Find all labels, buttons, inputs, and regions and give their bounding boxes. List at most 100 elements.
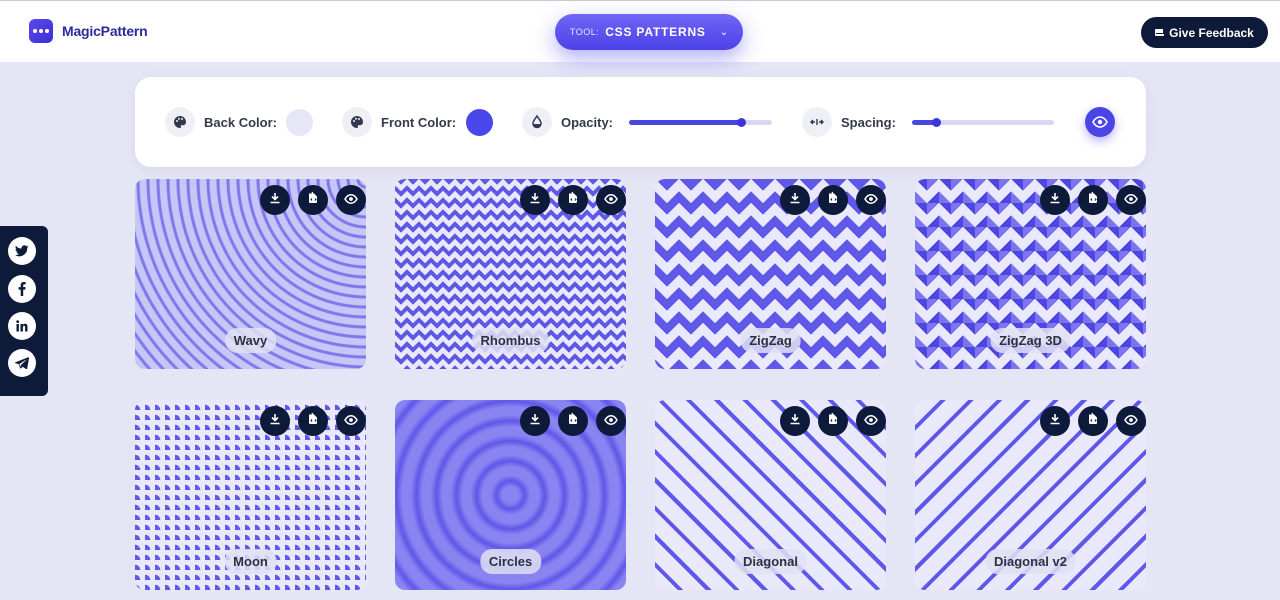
preview-button[interactable] [1116, 406, 1146, 436]
download-button[interactable] [780, 185, 810, 215]
tool-value: CSS PATTERNS [605, 25, 706, 39]
copy-css-icon [1087, 412, 1099, 430]
spacing-slider[interactable] [912, 118, 1054, 127]
front-color-label: Front Color: [381, 115, 457, 130]
pattern-card-zigzag[interactable]: ZigZag [655, 179, 886, 369]
opacity-drop-icon [522, 107, 552, 137]
give-feedback-button[interactable]: Give Feedback [1141, 17, 1268, 48]
twitter-icon[interactable] [8, 237, 36, 265]
download-icon [1049, 412, 1061, 430]
pattern-label: ZigZag 3D [990, 328, 1071, 353]
pattern-label: Moon [224, 549, 277, 574]
copy-css-button[interactable] [818, 406, 848, 436]
back-color-swatch[interactable] [286, 109, 313, 136]
eye-icon [864, 412, 878, 430]
copy-css-button[interactable] [818, 185, 848, 215]
pattern-card-rhombus[interactable]: Rhombus [395, 179, 626, 369]
eye-icon [344, 191, 358, 209]
download-button[interactable] [260, 185, 290, 215]
download-button[interactable] [520, 406, 550, 436]
pattern-label: Rhombus [471, 328, 550, 353]
eye-icon [1124, 412, 1138, 430]
download-icon [789, 412, 801, 430]
card-actions [520, 185, 626, 215]
copy-css-icon [307, 412, 319, 430]
brand-logo-icon [29, 19, 53, 43]
pattern-label: Diagonal v2 [985, 549, 1076, 574]
pattern-label: Circles [479, 549, 542, 574]
pattern-card-diagonal[interactable]: Diagonal [655, 400, 886, 590]
eye-icon [344, 412, 358, 430]
copy-css-button[interactable] [558, 185, 588, 215]
preview-button[interactable] [596, 406, 626, 436]
copy-css-button[interactable] [1078, 406, 1108, 436]
download-button[interactable] [260, 406, 290, 436]
copy-css-button[interactable] [1078, 185, 1108, 215]
download-icon [269, 412, 281, 430]
download-icon [529, 191, 541, 209]
pattern-label: ZigZag [740, 328, 801, 353]
eye-icon [604, 412, 618, 430]
download-button[interactable] [780, 406, 810, 436]
preview-button[interactable] [336, 185, 366, 215]
preview-eye-button[interactable] [1085, 107, 1115, 137]
pattern-card-wavy[interactable]: Wavy [135, 179, 366, 369]
pattern-card-circles[interactable]: Circles [395, 400, 626, 590]
eye-icon [1092, 116, 1108, 128]
telegram-icon[interactable] [8, 349, 36, 377]
spacing-arrows-icon [802, 107, 832, 137]
palette-icon [165, 107, 195, 137]
spacing-slider-handle[interactable] [932, 118, 942, 127]
pattern-label: Diagonal [734, 549, 807, 574]
preview-button[interactable] [856, 406, 886, 436]
download-icon [789, 191, 801, 209]
copy-css-icon [827, 191, 839, 209]
facebook-icon[interactable] [8, 275, 36, 303]
give-feedback-label: Give Feedback [1169, 25, 1254, 40]
opacity-slider-fill [629, 120, 741, 125]
pattern-card-diagonal-v2[interactable]: Diagonal v2 [915, 400, 1146, 590]
pattern-label: Wavy [224, 328, 277, 353]
card-actions [1040, 406, 1146, 436]
copy-css-button[interactable] [558, 406, 588, 436]
front-color-swatch[interactable] [466, 109, 493, 136]
download-icon [529, 412, 541, 430]
opacity-label: Opacity: [561, 115, 614, 130]
preview-button[interactable] [596, 185, 626, 215]
eye-icon [604, 191, 618, 209]
copy-css-icon [1087, 191, 1099, 209]
download-button[interactable] [1040, 406, 1070, 436]
copy-css-icon [567, 191, 579, 209]
tool-prefix: TOOL: [569, 27, 600, 37]
linkedin-icon[interactable] [8, 312, 36, 340]
eye-icon [1124, 191, 1138, 209]
preview-button[interactable] [336, 406, 366, 436]
download-icon [1049, 191, 1061, 209]
download-button[interactable] [1040, 185, 1070, 215]
card-actions [520, 406, 626, 436]
preview-button[interactable] [1116, 185, 1146, 215]
copy-css-button[interactable] [298, 406, 328, 436]
mail-icon [1155, 29, 1165, 36]
brand[interactable]: MagicPattern [29, 19, 148, 43]
pattern-card-moon[interactable]: Moon [135, 400, 366, 590]
top-bar: MagicPattern TOOL: CSS PATTERNS ⌄ Give F… [0, 0, 1280, 62]
back-color-label: Back Color: [204, 115, 277, 130]
brand-name: MagicPattern [62, 23, 148, 39]
card-actions [260, 406, 366, 436]
opacity-slider[interactable] [629, 118, 772, 127]
copy-css-button[interactable] [298, 185, 328, 215]
spacing-label: Spacing: [841, 115, 896, 130]
download-button[interactable] [520, 185, 550, 215]
preview-button[interactable] [856, 185, 886, 215]
card-actions [780, 185, 886, 215]
social-share-bar [0, 226, 48, 396]
eye-icon [864, 191, 878, 209]
tool-selector-button[interactable]: TOOL: CSS PATTERNS ⌄ [555, 14, 743, 50]
download-icon [269, 191, 281, 209]
pattern-card-zigzag-3d[interactable]: ZigZag 3D [915, 179, 1146, 369]
copy-css-icon [567, 412, 579, 430]
controls-panel: Back Color: Front Color: Opacity: Spacin… [135, 77, 1146, 167]
copy-css-icon [827, 412, 839, 430]
opacity-slider-handle[interactable] [736, 118, 746, 127]
